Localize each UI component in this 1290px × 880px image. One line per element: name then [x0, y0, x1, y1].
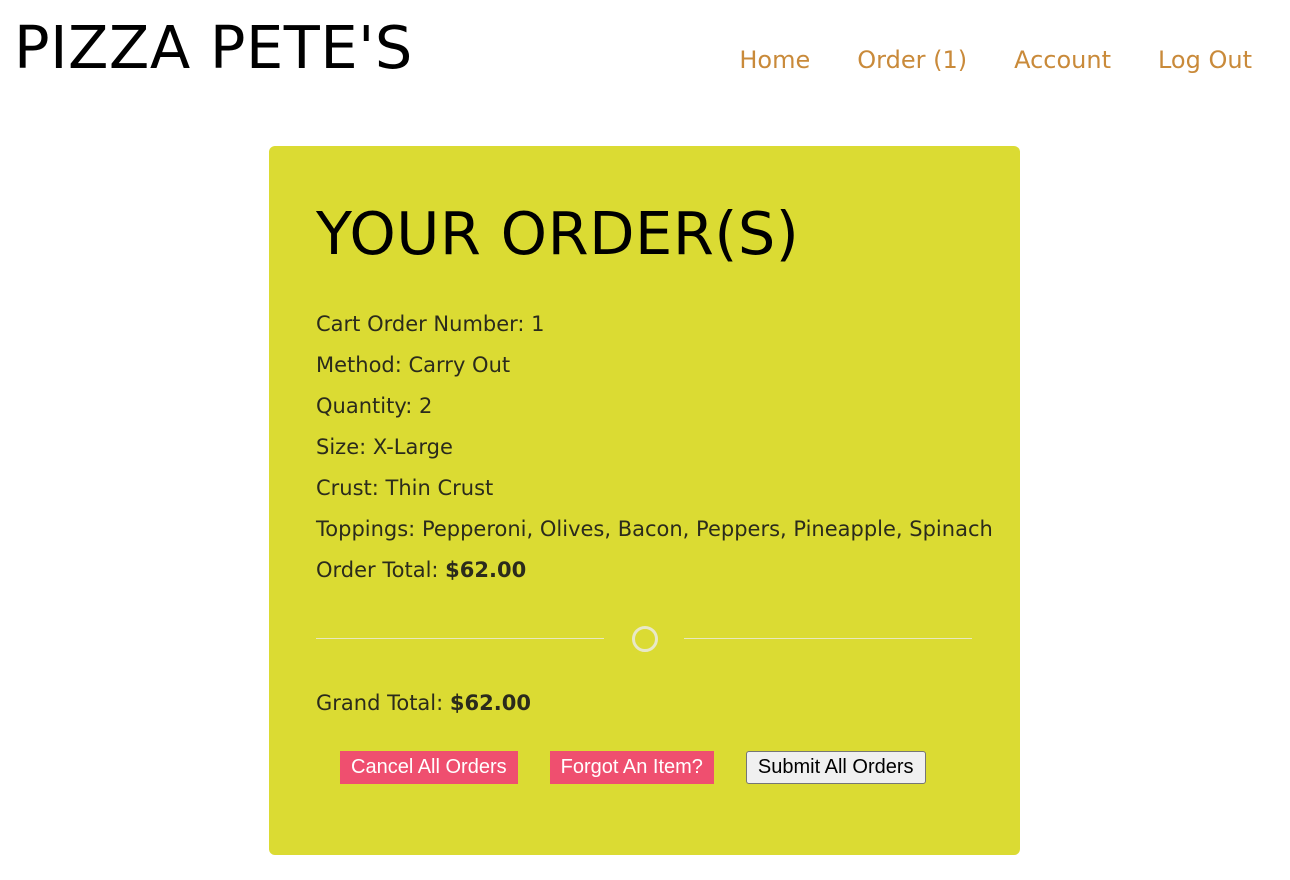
order-crust: Crust: Thin Crust: [316, 468, 993, 509]
order-total-label: Order Total:: [316, 558, 446, 582]
grand-total-label: Grand Total:: [316, 691, 450, 715]
nav-home-link[interactable]: Home: [739, 44, 810, 76]
order-quantity: Quantity: 2: [316, 386, 993, 427]
forgot-an-item-button[interactable]: Forgot An Item?: [549, 751, 714, 784]
order-total-value: $62.00: [445, 558, 527, 582]
nav-account-link[interactable]: Account: [1014, 44, 1111, 76]
grand-total-value: $62.00: [449, 691, 531, 715]
divider-line-right: [684, 638, 972, 639]
order-size-label: Size:: [316, 435, 373, 459]
order-total: Order Total: $62.00: [316, 550, 993, 591]
cart-order-number: Cart Order Number: 1: [316, 304, 993, 345]
order-method-label: Method:: [316, 353, 409, 377]
order-method: Method: Carry Out: [316, 345, 993, 386]
cart-order-number-label: Cart Order Number:: [316, 312, 532, 336]
order-size-value: X-Large: [372, 435, 453, 459]
order-card: YOUR ORDER(S) Cart Order Number: 1 Metho…: [269, 146, 1020, 855]
divider-line-left: [316, 638, 604, 639]
page: PIZZA PETE'S Home Order (1) Account Log …: [0, 0, 1290, 880]
main-nav: Home Order (1) Account Log Out: [692, 44, 1252, 76]
order-title: YOUR ORDER(S): [316, 199, 800, 268]
order-toppings-value: Pepperoni, Olives, Bacon, Peppers, Pinea…: [421, 517, 993, 541]
order-actions: Cancel All Orders Forgot An Item? Submit…: [340, 751, 926, 784]
order-toppings-label: Toppings:: [316, 517, 422, 541]
cancel-all-orders-button[interactable]: Cancel All Orders: [340, 751, 518, 784]
section-divider: [316, 626, 972, 652]
nav-logout-link[interactable]: Log Out: [1158, 44, 1252, 76]
order-size: Size: X-Large: [316, 427, 993, 468]
order-quantity-value: 2: [418, 394, 433, 418]
brand-logo[interactable]: PIZZA PETE'S: [14, 12, 413, 84]
order-crust-value: Thin Crust: [385, 476, 494, 500]
submit-all-orders-button[interactable]: Submit All Orders: [745, 751, 926, 784]
grand-total: Grand Total: $62.00: [316, 683, 531, 724]
cart-order-number-value: 1: [531, 312, 545, 336]
order-toppings: Toppings: Pepperoni, Olives, Bacon, Pepp…: [316, 509, 993, 550]
order-quantity-label: Quantity:: [316, 394, 419, 418]
order-details: Cart Order Number: 1 Method: Carry Out Q…: [316, 304, 993, 591]
circle-icon: [632, 626, 658, 652]
nav-order-link[interactable]: Order (1): [857, 44, 967, 76]
order-method-value: Carry Out: [408, 353, 511, 377]
order-crust-label: Crust:: [316, 476, 386, 500]
